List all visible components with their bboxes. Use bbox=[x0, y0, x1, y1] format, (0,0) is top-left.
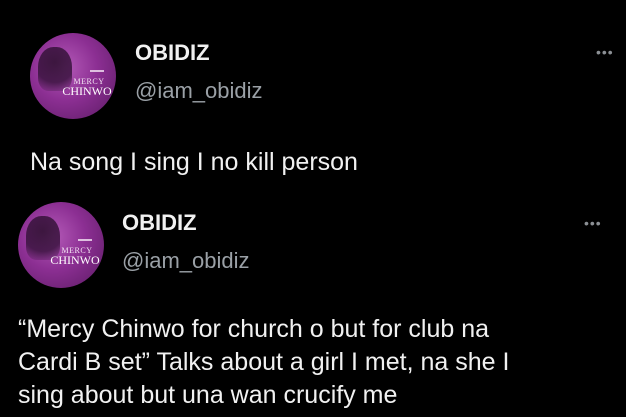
tweet-2[interactable]: MERCY CHINWO OBIDIZ @iam_obidiz ••• “Mer… bbox=[0, 195, 626, 417]
avatar-mark bbox=[78, 239, 92, 241]
tweet-text: Na song I sing I no kill person bbox=[30, 148, 358, 176]
user-handle[interactable]: @iam_obidiz bbox=[122, 248, 250, 274]
avatar[interactable]: MERCY CHINWO bbox=[18, 202, 104, 288]
display-name[interactable]: OBIDIZ bbox=[122, 210, 197, 236]
tweet-text-line: sing about but una wan crucify me bbox=[18, 381, 398, 409]
user-handle[interactable]: @iam_obidiz bbox=[135, 78, 263, 104]
more-options-icon[interactable]: ••• bbox=[584, 215, 602, 231]
avatar-text-line2: CHINWO bbox=[62, 84, 112, 98]
display-name[interactable]: OBIDIZ bbox=[135, 40, 210, 66]
tweet-text: “Mercy Chinwo for church o but for club … bbox=[18, 313, 618, 412]
avatar-text-line2: CHINWO bbox=[50, 253, 100, 267]
tweet-1[interactable]: MERCY CHINWO OBIDIZ @iam_obidiz ••• Na s… bbox=[0, 0, 626, 200]
tweet-text-line: Cardi B set” Talks about a girl I met, n… bbox=[18, 348, 510, 376]
avatar[interactable]: MERCY CHINWO bbox=[30, 33, 116, 119]
more-options-icon[interactable]: ••• bbox=[596, 44, 614, 60]
tweet-text-line: “Mercy Chinwo for church o but for club … bbox=[18, 315, 490, 343]
avatar-mark bbox=[90, 70, 104, 72]
